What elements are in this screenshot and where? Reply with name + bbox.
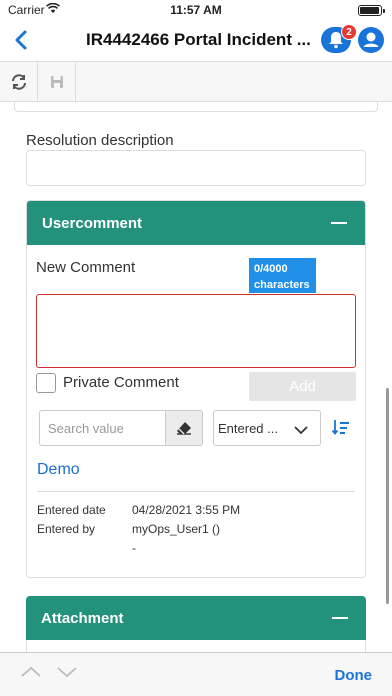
user-icon [363, 32, 379, 47]
character-count: 0/4000 [254, 263, 288, 275]
chevron-down-icon [294, 422, 308, 440]
usercomment-header[interactable]: Usercomment [27, 201, 365, 245]
character-count-badge: 0/4000 characters [249, 258, 316, 293]
status-time: 11:57 AM [170, 3, 222, 17]
navigation-bar: IR4442466 Portal Incident ... 2 [0, 20, 392, 62]
add-comment-button[interactable]: Add [249, 372, 356, 401]
chevron-down-icon [57, 667, 77, 678]
private-comment-checkbox[interactable] [36, 373, 56, 393]
entered-date-value: 04/28/2021 3:55 PM [132, 503, 241, 517]
attachment-title: Attachment [41, 610, 124, 627]
scrollbar[interactable] [386, 388, 389, 604]
sort-field-select[interactable]: Entered ... [213, 410, 321, 446]
sort-direction-button[interactable] [331, 417, 351, 437]
usercomment-title: Usercomment [42, 215, 143, 232]
notification-badge: 2 [341, 24, 357, 40]
status-bar: Carrier 11:57 AM [0, 0, 392, 20]
collapse-icon[interactable] [332, 617, 348, 619]
previous-field-button[interactable] [20, 665, 42, 684]
eraser-icon [177, 422, 191, 435]
sort-descending-icon [331, 420, 349, 435]
action-toolbar [0, 62, 392, 102]
usercomment-panel: Usercomment New Comment 0/4000 character… [26, 200, 366, 578]
keyboard-toolbar: Done [0, 652, 392, 696]
user-profile-button[interactable] [358, 27, 384, 53]
new-comment-textarea[interactable] [36, 294, 356, 368]
clear-search-button[interactable] [166, 410, 203, 446]
entered-by-label: Entered by [37, 522, 96, 536]
back-button[interactable] [10, 28, 34, 52]
save-button[interactable] [38, 62, 76, 102]
refresh-icon [11, 74, 26, 90]
refresh-button[interactable] [0, 62, 38, 102]
entered-date-label: Entered date [37, 503, 106, 517]
collapse-icon[interactable] [331, 222, 347, 224]
entry-extra-value: - [132, 541, 136, 555]
divider [37, 491, 355, 492]
battery-icon [358, 5, 385, 16]
attachment-panel-body [26, 640, 366, 652]
sort-field-value: Entered ... [218, 421, 278, 436]
search-placeholder: Search value [48, 421, 124, 436]
next-field-button[interactable] [56, 665, 78, 684]
resolution-label: Resolution description [26, 132, 174, 149]
search-input[interactable]: Search value [39, 410, 166, 446]
attachment-header[interactable]: Attachment [26, 596, 366, 640]
private-comment-label: Private Comment [63, 374, 179, 391]
previous-card-bottom [14, 102, 378, 112]
entered-by-value: myOps_User1 () [132, 522, 221, 536]
chevron-left-icon [15, 30, 27, 50]
character-unit: characters [254, 279, 310, 291]
comment-author-link[interactable]: Demo [37, 461, 80, 479]
form-content: Resolution description Usercomment New C… [0, 102, 392, 652]
save-icon [50, 76, 63, 88]
resolution-description-field[interactable] [26, 150, 366, 186]
done-button[interactable]: Done [335, 667, 373, 684]
new-comment-label: New Comment [36, 259, 136, 276]
page-title: IR4442466 Portal Incident ... [86, 30, 311, 49]
chevron-up-icon [21, 666, 41, 677]
